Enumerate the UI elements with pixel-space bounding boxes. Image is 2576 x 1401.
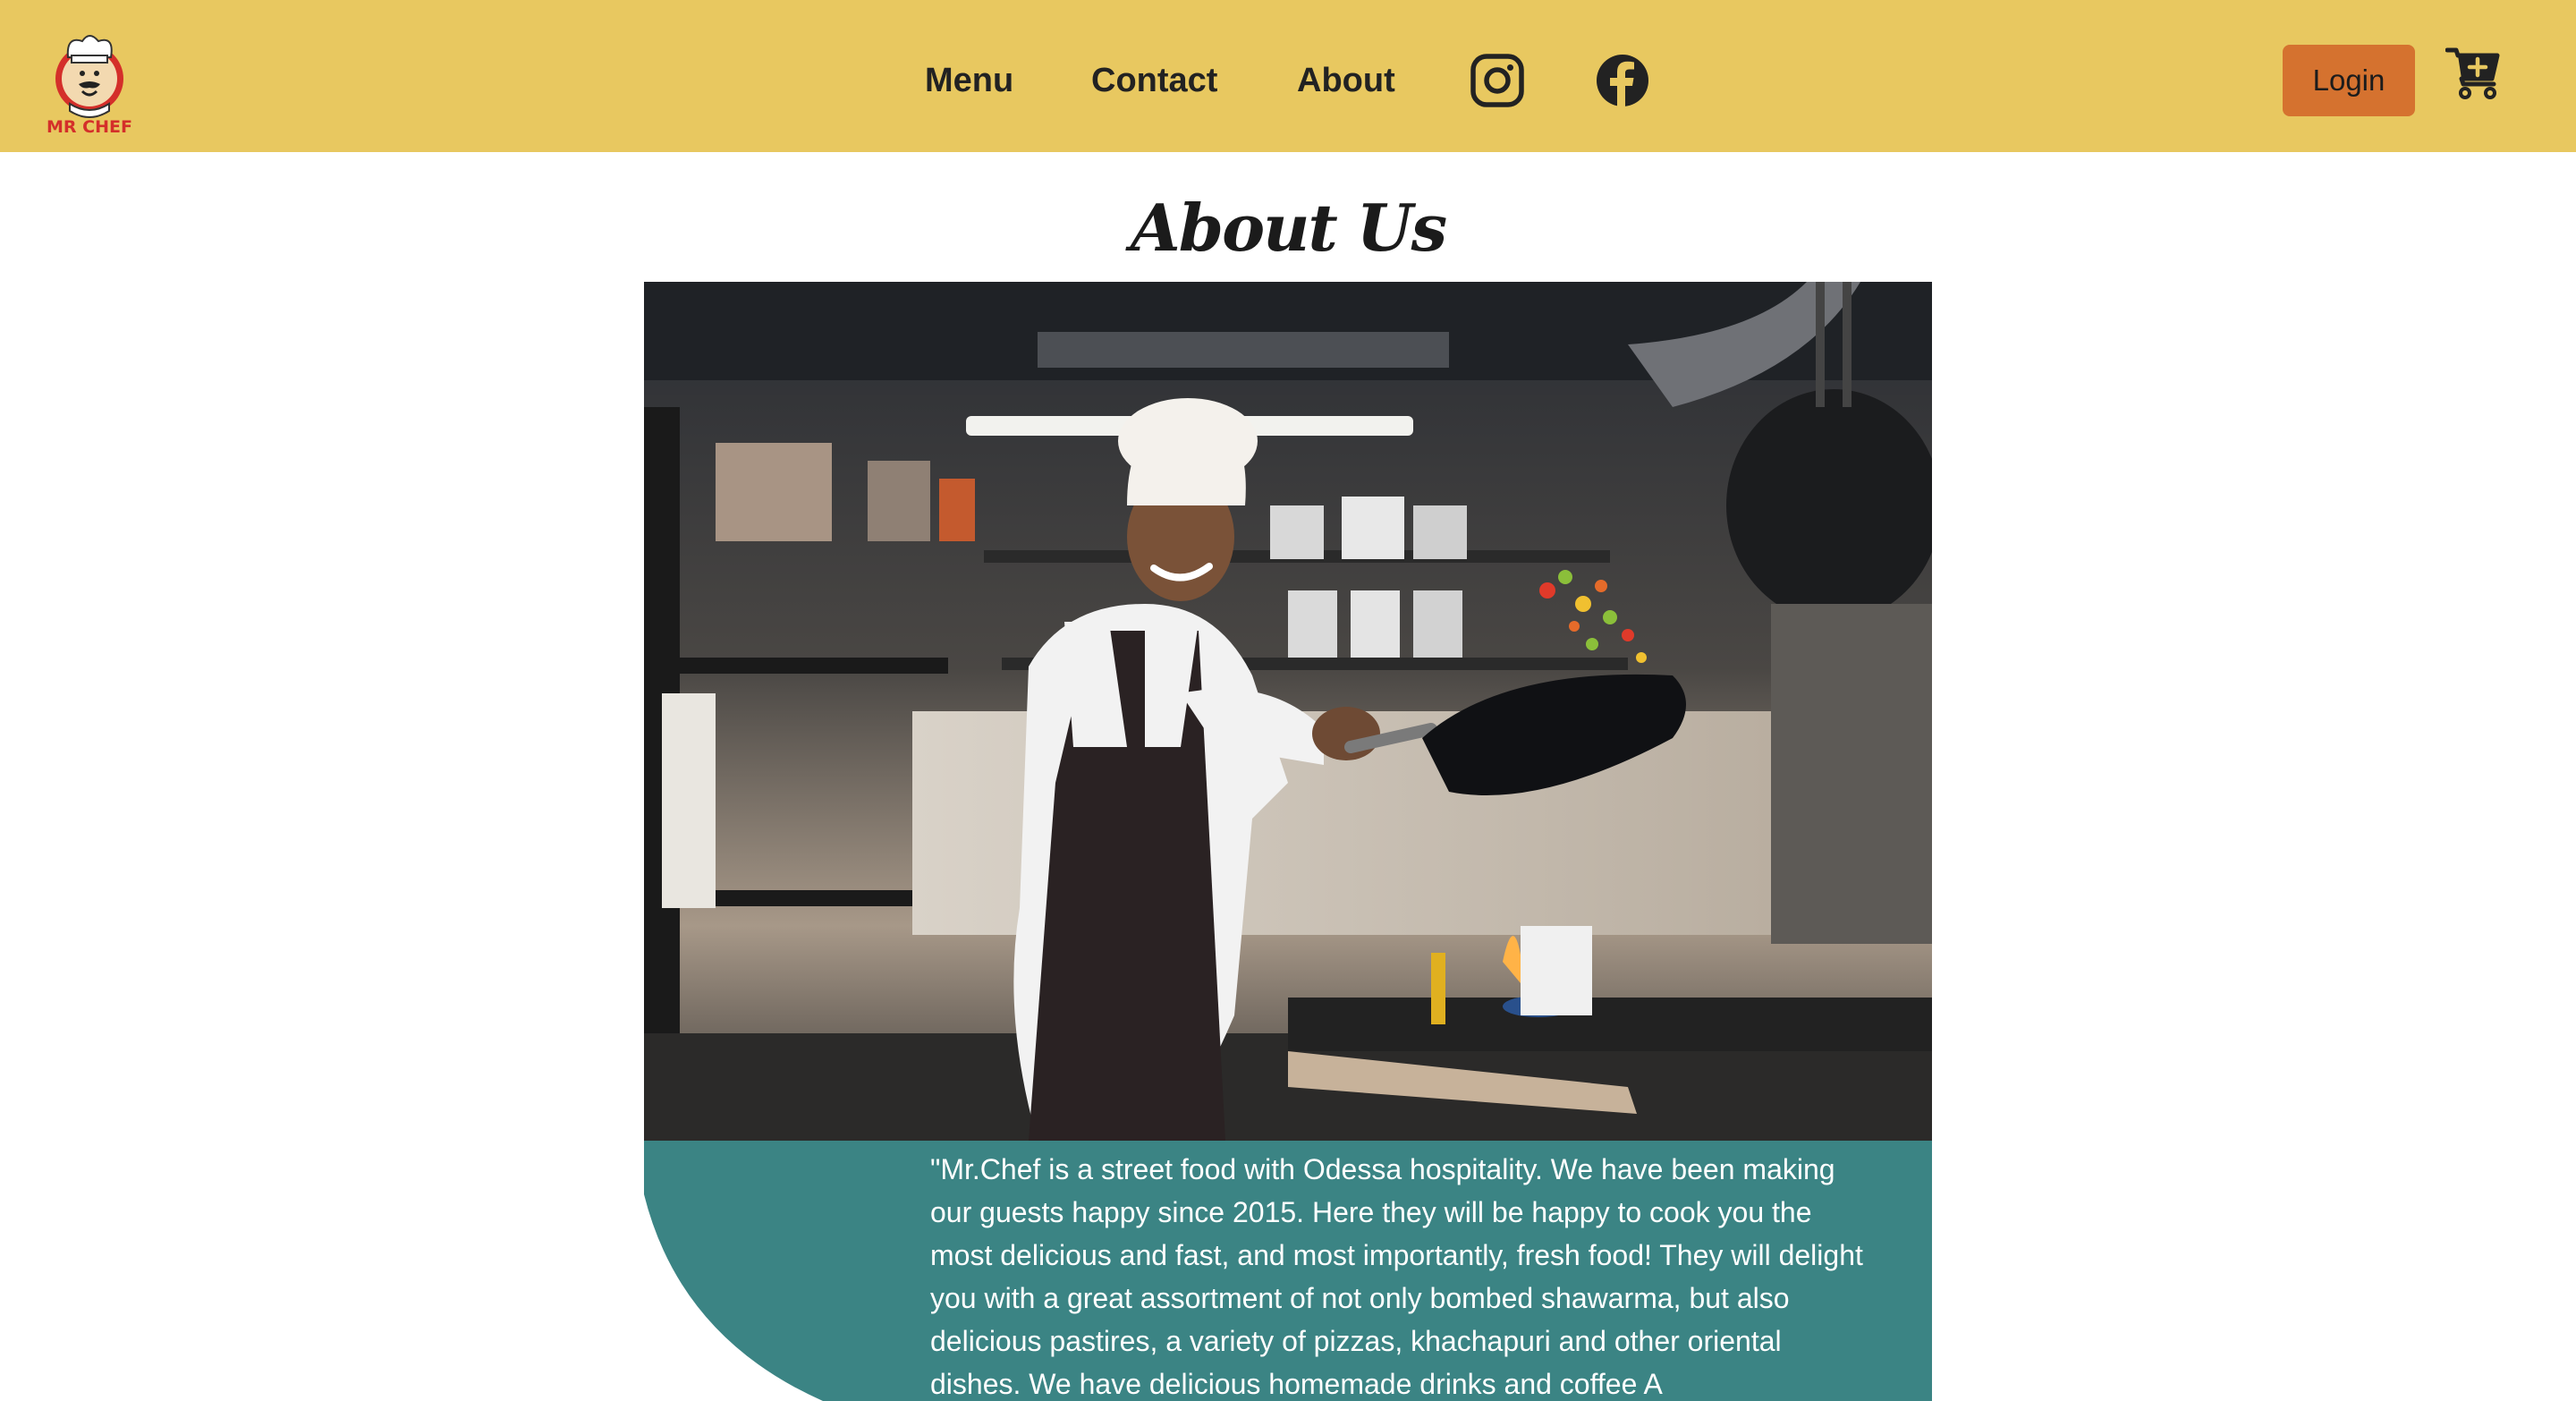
- page-title: About Us: [1130, 190, 1447, 266]
- nav-link-contact[interactable]: Contact: [1091, 54, 1217, 107]
- decorative-curve: [644, 1141, 823, 1401]
- site-header: MR CHEF Menu Contact About Login: [0, 0, 2576, 152]
- login-button[interactable]: Login: [2283, 45, 2415, 116]
- about-description: "Mr.Chef is a street food with Odessa ho…: [930, 1153, 1863, 1400]
- instagram-icon[interactable]: [1469, 52, 1526, 109]
- chef-photo: [644, 282, 1932, 1141]
- main-nav: Menu Contact About: [0, 0, 2576, 152]
- facebook-icon[interactable]: [1594, 52, 1651, 109]
- cart-plus-icon[interactable]: [2445, 45, 2503, 102]
- nav-link-menu[interactable]: Menu: [925, 54, 1013, 107]
- about-text-section: "Mr.Chef is a street food with Odessa ho…: [644, 1141, 1932, 1401]
- nav-link-about[interactable]: About: [1297, 54, 1395, 107]
